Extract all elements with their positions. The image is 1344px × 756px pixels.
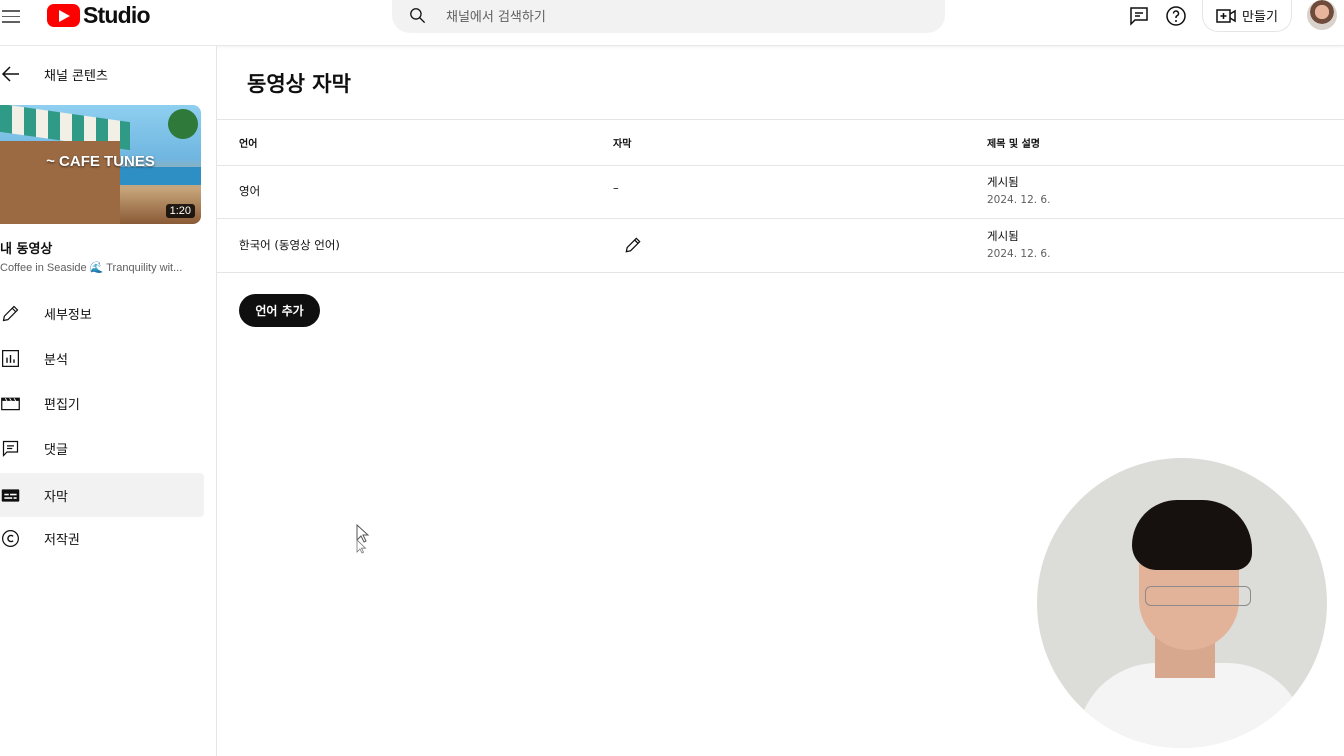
menu-icon[interactable]	[2, 6, 24, 28]
sidebar-item-editor[interactable]: 편집기	[0, 381, 204, 425]
status-text: 게시됨	[987, 229, 1019, 243]
page-title: 동영상 자막	[247, 72, 351, 96]
create-label: 만들기	[1242, 10, 1278, 25]
video-description: Coffee in Seaside 🌊 Tranquility wit...	[0, 262, 183, 274]
pencil-icon	[2, 305, 19, 321]
analytics-icon	[2, 349, 19, 367]
back-label[interactable]: 채널 콘텐츠	[44, 65, 108, 84]
table-row[interactable]: 한국어 (동영상 언어) 게시됨 2024. 12. 6.	[217, 219, 1344, 273]
sidebar-item-details[interactable]: 세부정보	[0, 291, 204, 335]
column-header-subtitles: 자막	[613, 139, 632, 150]
subtitle-cell: –	[613, 181, 619, 195]
sidebar: 채널 콘텐츠 ~ CAFE TUNES 1:20 내 동영상 Coffee in…	[0, 46, 217, 756]
column-header-title-description: 제목 및 설명	[987, 139, 1040, 150]
subtitles-icon	[1, 488, 20, 502]
search-icon[interactable]	[408, 6, 427, 25]
youtube-logo-icon	[47, 3, 80, 27]
date-text: 2024. 12. 6.	[987, 194, 1051, 206]
thumbnail-title-text: ~ CAFE TUNES	[46, 153, 155, 170]
sidebar-item-label: 자막	[44, 489, 68, 505]
sidebar-item-subtitles[interactable]: 자막	[0, 473, 204, 517]
add-language-button[interactable]: 언어 추가	[239, 294, 320, 327]
studio-logo[interactable]: Studio	[47, 1, 151, 29]
comments-icon	[2, 440, 19, 457]
column-header-language: 언어	[239, 139, 258, 150]
status-text: 게시됨	[987, 175, 1019, 189]
sidebar-item-label: 세부정보	[44, 307, 92, 323]
copyright-icon	[2, 529, 19, 547]
search-input[interactable]	[444, 5, 918, 29]
language-cell: 한국어 (동영상 언어)	[239, 238, 340, 252]
sidebar-item-label: 저작권	[44, 532, 80, 548]
video-thumbnail[interactable]: ~ CAFE TUNES 1:20	[0, 105, 201, 224]
webcam-overlay	[1037, 458, 1327, 748]
mouse-cursor-icon	[356, 524, 370, 554]
create-button[interactable]: 만들기	[1202, 0, 1292, 32]
language-cell: 영어	[239, 184, 261, 198]
help-icon[interactable]	[1164, 4, 1188, 28]
logo-text: Studio	[83, 1, 151, 28]
editor-icon	[1, 397, 20, 410]
my-video-label: 내 동영상	[0, 242, 53, 257]
sidebar-item-copyright[interactable]: 저작권	[0, 516, 204, 560]
arrow-left-icon[interactable]	[1, 64, 21, 84]
sidebar-item-label: 분석	[44, 352, 68, 368]
video-add-icon	[1216, 8, 1236, 23]
video-duration: 1:20	[165, 204, 195, 218]
table-header: 언어 자막 제목 및 설명	[217, 119, 1344, 166]
sidebar-item-label: 댓글	[44, 442, 68, 458]
top-bar: Studio 만들기	[0, 0, 1344, 46]
sidebar-item-label: 편집기	[44, 397, 80, 413]
feedback-icon[interactable]	[1127, 4, 1151, 28]
sidebar-item-comments[interactable]: 댓글	[0, 426, 204, 470]
pencil-icon[interactable]	[623, 235, 643, 255]
avatar[interactable]	[1307, 0, 1337, 30]
sidebar-item-analytics[interactable]: 분석	[0, 336, 204, 380]
search-bar[interactable]	[392, 0, 945, 33]
table-row[interactable]: 영어 – 게시됨 2024. 12. 6.	[217, 165, 1344, 219]
date-text: 2024. 12. 6.	[987, 248, 1051, 260]
